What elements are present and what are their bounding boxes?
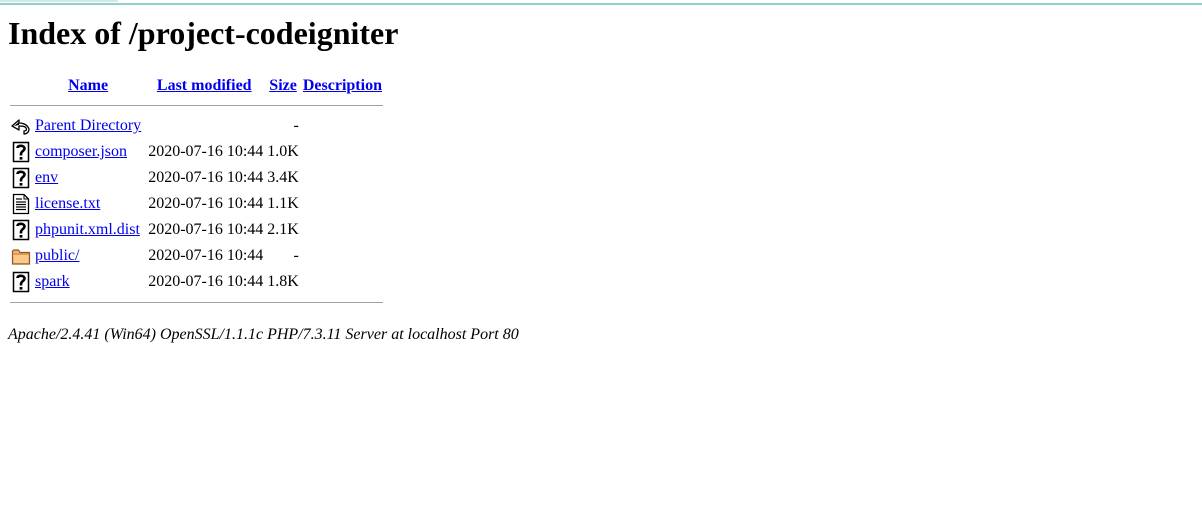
parent-directory-row: Parent Directory - xyxy=(10,114,383,138)
text-file-icon xyxy=(10,192,32,216)
server-signature: Apache/2.4.41 (Win64) OpenSSL/1.1.1c PHP… xyxy=(8,326,519,343)
parent-directory-link[interactable]: Parent Directory xyxy=(35,117,141,134)
sort-by-name-link[interactable]: Name xyxy=(68,77,108,94)
size-cell: 1.1K xyxy=(267,195,299,212)
file-link[interactable]: phpunit.xml.dist xyxy=(35,221,140,238)
bottom-divider xyxy=(10,296,383,309)
name-cell: composer.json xyxy=(34,140,142,164)
name-header: Name xyxy=(34,75,142,97)
name-cell: public/ xyxy=(34,244,142,268)
name-cell: license.txt xyxy=(34,192,142,216)
parent-directory-cell: Parent Directory xyxy=(34,114,142,138)
description-cell xyxy=(302,244,383,268)
table-row: phpunit.xml.dist 2020-07-16 10:44 2.1K xyxy=(10,218,383,242)
accent-strip xyxy=(0,3,1202,5)
sort-by-description-link[interactable]: Description xyxy=(303,77,382,94)
modified-cell: 2020-07-16 10:44 xyxy=(148,221,264,238)
size-cell: 2.1K xyxy=(267,221,299,238)
description-header: Description xyxy=(302,75,383,97)
description-cell xyxy=(302,114,383,138)
sort-by-size-link[interactable]: Size xyxy=(269,77,297,94)
file-link[interactable]: spark xyxy=(35,273,70,290)
description-cell xyxy=(302,166,383,190)
last-modified-header: Last modified xyxy=(144,75,264,97)
file-link[interactable]: env xyxy=(35,169,58,186)
description-cell xyxy=(302,192,383,216)
name-cell: spark xyxy=(34,270,142,294)
modified-cell: 2020-07-16 10:44 xyxy=(148,247,264,264)
description-cell xyxy=(302,270,383,294)
back-arrow-icon xyxy=(10,114,32,138)
browser-tab-edge xyxy=(0,0,118,2)
size-cell: 1.0K xyxy=(267,143,299,160)
size-cell: - xyxy=(293,247,299,264)
header-row: Name Last modified Size Description xyxy=(10,75,383,97)
folder-icon xyxy=(10,244,32,268)
sort-by-last-modified-link[interactable]: Last modified xyxy=(157,77,252,94)
page-title: Index of /project-codeigniter xyxy=(8,15,399,51)
modified-cell: 2020-07-16 10:44 xyxy=(148,169,264,186)
description-cell xyxy=(302,218,383,242)
size-cell: - xyxy=(293,117,299,134)
modified-cell: 2020-07-16 10:44 xyxy=(148,195,264,212)
table-row: composer.json 2020-07-16 10:44 1.0K xyxy=(10,140,383,164)
unknown-file-icon xyxy=(10,166,32,190)
table-row: public/2020-07-16 10:44 - xyxy=(10,244,383,268)
file-link[interactable]: composer.json xyxy=(35,143,127,160)
name-cell: env xyxy=(34,166,142,190)
modified-cell: 2020-07-16 10:44 xyxy=(148,273,264,290)
modified-cell xyxy=(144,114,264,138)
size-cell: 3.4K xyxy=(267,169,299,186)
table-row: env 2020-07-16 10:44 3.4K xyxy=(10,166,383,190)
size-cell: 1.8K xyxy=(267,273,299,290)
file-link[interactable]: public/ xyxy=(35,247,79,264)
unknown-file-icon xyxy=(10,218,32,242)
icon-header xyxy=(10,75,32,97)
modified-cell: 2020-07-16 10:44 xyxy=(148,143,264,160)
file-link[interactable]: license.txt xyxy=(35,195,100,212)
directory-listing-table: Name Last modified Size Description Pare… xyxy=(8,73,385,311)
size-header: Size xyxy=(266,75,300,97)
table-row: license.txt 2020-07-16 10:44 1.1K xyxy=(10,192,383,216)
browser-top-bar xyxy=(0,0,1202,5)
top-divider xyxy=(10,99,383,112)
unknown-file-icon xyxy=(10,270,32,294)
name-cell: phpunit.xml.dist xyxy=(34,218,142,242)
table-row: spark 2020-07-16 10:44 1.8K xyxy=(10,270,383,294)
unknown-file-icon xyxy=(10,140,32,164)
description-cell xyxy=(302,140,383,164)
